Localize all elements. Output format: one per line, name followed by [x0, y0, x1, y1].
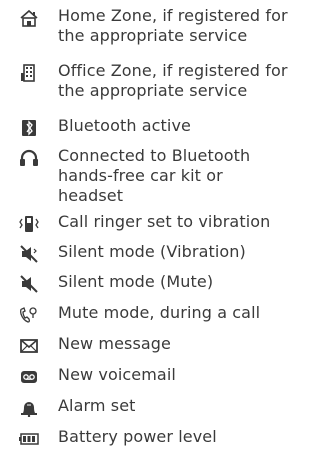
item-label: Call ringer set to vibration [58, 212, 271, 231]
item-label: Office Zone, if registered for the appro… [58, 61, 288, 100]
item-label: New voicemail [58, 365, 176, 384]
item-label: Battery power level [58, 427, 217, 446]
item-label: Mute mode, during a call [58, 303, 261, 322]
item-label: Bluetooth active [58, 116, 191, 135]
home-zone-icon [20, 9, 38, 27]
office-zone-icon [21, 64, 35, 82]
mute-call-icon [20, 307, 37, 323]
bluetooth-icon [22, 120, 36, 136]
voicemail-icon [21, 371, 37, 383]
silent-mute-icon [20, 275, 38, 293]
battery-icon [19, 433, 39, 445]
item-label: Silent mode (Vibration) [58, 242, 246, 261]
headset-icon [20, 149, 38, 166]
item-label: Connected to Bluetooth hands-free car ki… [58, 146, 251, 205]
vibration-icon [19, 216, 39, 232]
item-label: New message [58, 334, 171, 353]
item-label: Silent mode (Mute) [58, 272, 214, 291]
item-label: Alarm set [58, 396, 136, 415]
alarm-icon [21, 402, 37, 417]
silent-vibration-icon [20, 245, 38, 263]
envelope-icon [20, 339, 38, 353]
item-label: Home Zone, if registered for the appropr… [58, 6, 288, 45]
